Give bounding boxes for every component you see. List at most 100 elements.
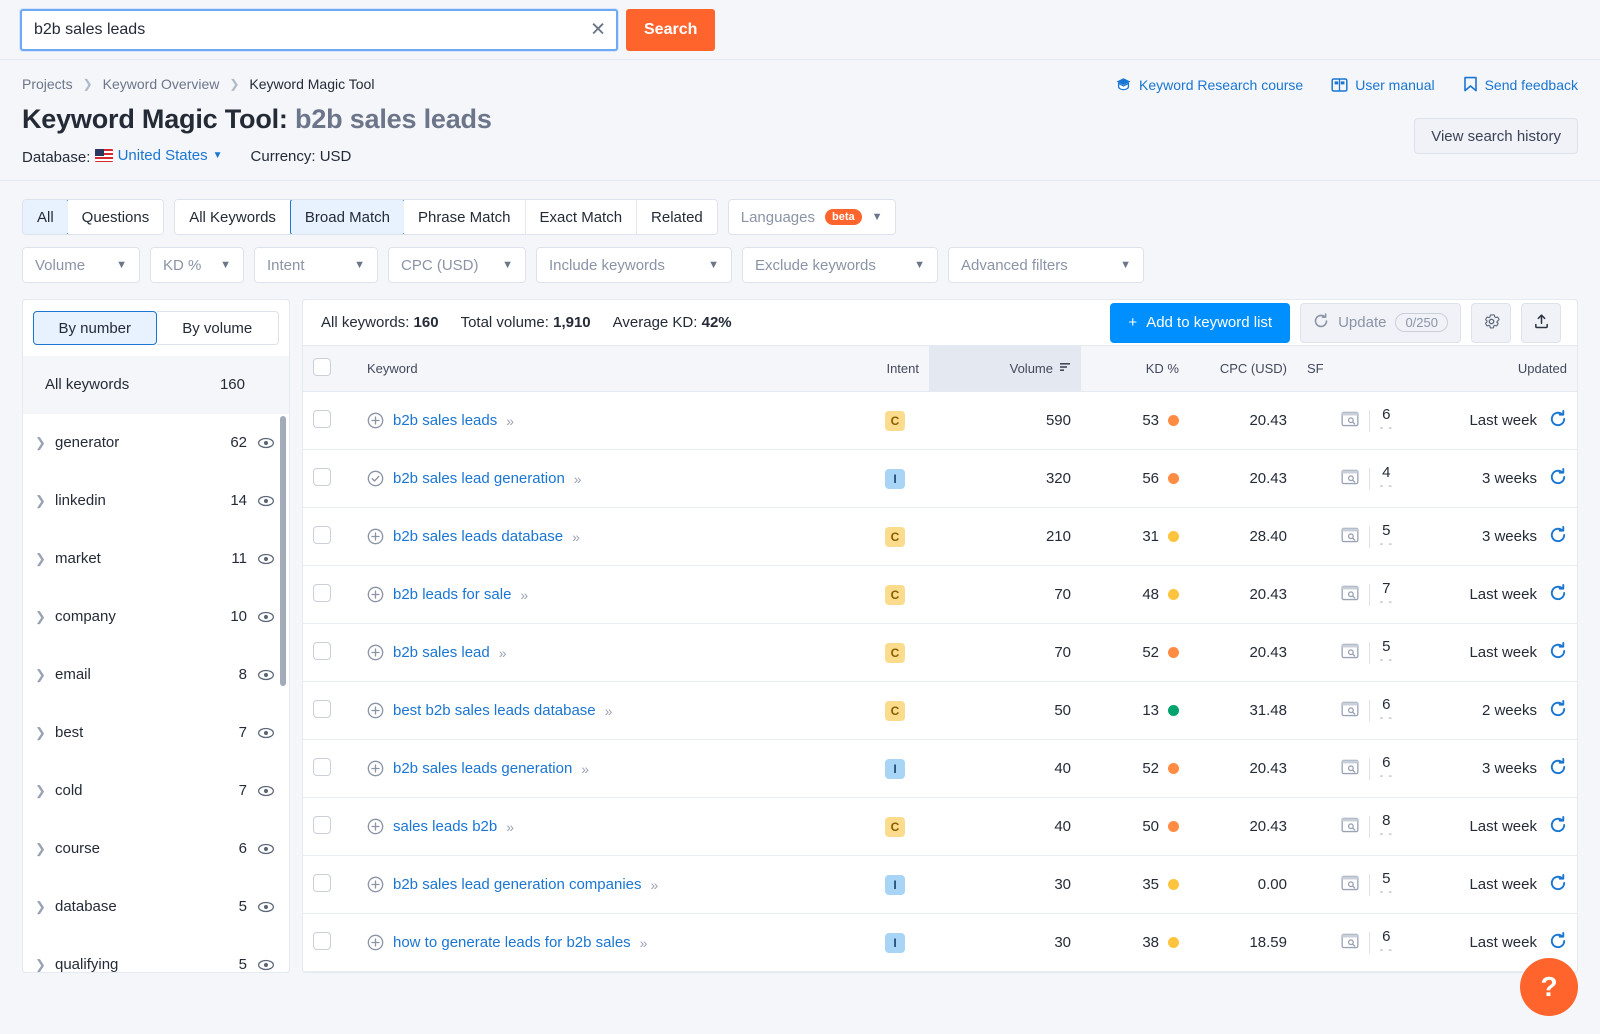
- row-checkbox[interactable]: [313, 583, 331, 602]
- clear-icon[interactable]: ✕: [590, 20, 606, 39]
- include-keywords-filter[interactable]: Include keywords ▼: [536, 247, 732, 283]
- row-refresh-icon[interactable]: [1549, 467, 1567, 490]
- search-button[interactable]: Search: [626, 8, 716, 51]
- row-checkbox[interactable]: [313, 873, 331, 892]
- serp-feature-icon[interactable]: [1341, 817, 1359, 837]
- intent-badge[interactable]: C: [885, 700, 905, 721]
- row-checkbox[interactable]: [313, 525, 331, 544]
- add-to-keyword-list-button[interactable]: + Add to keyword list: [1110, 302, 1291, 343]
- chevron-right-icon[interactable]: ❯: [35, 841, 55, 857]
- eye-icon[interactable]: [257, 956, 275, 973]
- double-chevron-icon[interactable]: »: [574, 471, 582, 487]
- keyword-link[interactable]: best b2b sales leads database: [393, 702, 596, 719]
- intent-badge[interactable]: C: [885, 410, 905, 431]
- advanced-filters[interactable]: Advanced filters ▼: [948, 247, 1144, 283]
- double-chevron-icon[interactable]: »: [640, 935, 648, 951]
- tab-all-keywords[interactable]: All Keywords: [175, 200, 291, 234]
- sort-by-volume-button[interactable]: By volume: [156, 311, 279, 345]
- plus-circle-icon[interactable]: [367, 528, 384, 545]
- intent-badge[interactable]: C: [885, 526, 905, 547]
- row-checkbox[interactable]: [313, 641, 331, 660]
- user-manual-link[interactable]: User manual: [1331, 77, 1435, 93]
- keyword-link[interactable]: b2b sales leads database: [393, 528, 563, 545]
- intent-badge[interactable]: I: [885, 932, 905, 953]
- sidebar-group-item[interactable]: ❯ market 11: [23, 530, 289, 588]
- keyword-link[interactable]: b2b sales leads generation: [393, 760, 572, 777]
- double-chevron-icon[interactable]: »: [581, 761, 589, 777]
- table-row[interactable]: b2b sales lead generation» I 320 56 20.43 4- …: [303, 449, 1577, 508]
- row-refresh-icon[interactable]: [1549, 873, 1567, 896]
- volume-filter[interactable]: Volume ▼: [22, 247, 140, 283]
- serp-feature-icon[interactable]: [1341, 643, 1359, 663]
- sidebar-scrollbar[interactable]: [280, 416, 286, 686]
- sort-by-number-button[interactable]: By number: [33, 311, 157, 345]
- chevron-right-icon[interactable]: ❯: [35, 493, 55, 509]
- breadcrumb-item-projects[interactable]: Projects: [22, 76, 73, 92]
- chevron-right-icon[interactable]: ❯: [35, 609, 55, 625]
- row-refresh-icon[interactable]: [1549, 815, 1567, 838]
- row-checkbox[interactable]: [313, 699, 331, 718]
- table-row[interactable]: sales leads b2b» C 40 50 20.43 8- - Last week: [303, 797, 1577, 856]
- languages-dropdown[interactable]: Languages beta ▼: [727, 199, 896, 235]
- cpc-filter[interactable]: CPC (USD) ▼: [388, 247, 526, 283]
- plus-circle-icon[interactable]: [367, 760, 384, 777]
- intent-badge[interactable]: C: [885, 642, 905, 663]
- sidebar-group-item[interactable]: ❯ linkedin 14: [23, 472, 289, 530]
- chevron-right-icon[interactable]: ❯: [35, 435, 55, 451]
- column-volume[interactable]: Volume: [929, 345, 1081, 392]
- keyword-link[interactable]: b2b leads for sale: [393, 586, 511, 603]
- chevron-right-icon[interactable]: ❯: [35, 899, 55, 915]
- database-selector[interactable]: United States ▼: [94, 147, 223, 164]
- table-row[interactable]: b2b sales lead generation companies » I 30 3…: [303, 855, 1577, 914]
- plus-circle-icon[interactable]: [367, 644, 384, 661]
- intent-filter[interactable]: Intent ▼: [254, 247, 378, 283]
- row-refresh-icon[interactable]: [1549, 409, 1567, 432]
- row-refresh-icon[interactable]: [1549, 757, 1567, 780]
- row-refresh-icon[interactable]: [1549, 641, 1567, 664]
- plus-circle-icon[interactable]: [367, 876, 384, 893]
- eye-icon[interactable]: [257, 898, 275, 916]
- update-button[interactable]: Update 0/250: [1300, 302, 1461, 343]
- search-field-wrapper[interactable]: ✕: [20, 8, 618, 51]
- settings-button[interactable]: [1471, 302, 1511, 343]
- keyword-link[interactable]: b2b sales lead: [393, 644, 490, 661]
- intent-badge[interactable]: C: [885, 816, 905, 837]
- double-chevron-icon[interactable]: »: [605, 703, 613, 719]
- sidebar-group-item[interactable]: ❯ generator 62: [23, 414, 289, 472]
- double-chevron-icon[interactable]: »: [572, 529, 580, 545]
- plus-circle-icon[interactable]: [367, 702, 384, 719]
- help-button[interactable]: ?: [1520, 958, 1578, 1016]
- table-row[interactable]: how to generate leads for b2b sales » I 30 3…: [303, 913, 1577, 972]
- serp-feature-icon[interactable]: [1341, 875, 1359, 895]
- table-row[interactable]: b2b sales lead» C 70 52 20.43 5- - Last week: [303, 623, 1577, 682]
- eye-icon[interactable]: [257, 550, 275, 568]
- table-row[interactable]: b2b sales leads generation» I 40 52 20.43 6- …: [303, 739, 1577, 798]
- plus-circle-icon[interactable]: [367, 586, 384, 603]
- serp-feature-icon[interactable]: [1341, 701, 1359, 721]
- sidebar-group-item[interactable]: ❯ best 7: [23, 704, 289, 762]
- eye-icon[interactable]: [257, 608, 275, 626]
- column-kd[interactable]: KD %: [1081, 345, 1189, 392]
- eye-icon[interactable]: [257, 666, 275, 684]
- serp-feature-icon[interactable]: [1341, 585, 1359, 605]
- tab-broad-match[interactable]: Broad Match: [289, 200, 405, 234]
- row-refresh-icon[interactable]: [1549, 699, 1567, 722]
- keyword-research-course-link[interactable]: Keyword Research course: [1115, 76, 1303, 93]
- row-refresh-icon[interactable]: [1549, 931, 1567, 954]
- sidebar-group-item[interactable]: ❯ database 5: [23, 878, 289, 936]
- keyword-link[interactable]: sales leads b2b: [393, 818, 497, 835]
- intent-badge[interactable]: I: [885, 468, 905, 489]
- double-chevron-icon[interactable]: »: [651, 877, 659, 893]
- keyword-link[interactable]: b2b sales leads: [393, 412, 497, 429]
- sidebar-group-item[interactable]: ❯ course 6: [23, 820, 289, 878]
- chevron-right-icon[interactable]: ❯: [35, 551, 55, 567]
- tab-questions[interactable]: Questions: [67, 200, 164, 234]
- intent-badge[interactable]: I: [885, 758, 905, 779]
- select-all-checkbox[interactable]: [313, 358, 331, 376]
- sidebar-group-item[interactable]: ❯ qualifying 5: [23, 936, 289, 972]
- serp-feature-icon[interactable]: [1341, 469, 1359, 489]
- check-circle-icon[interactable]: [367, 470, 384, 487]
- table-row[interactable]: best b2b sales leads database » C 50 13 31.48…: [303, 681, 1577, 740]
- eye-icon[interactable]: [257, 492, 275, 510]
- tab-related[interactable]: Related: [637, 200, 717, 234]
